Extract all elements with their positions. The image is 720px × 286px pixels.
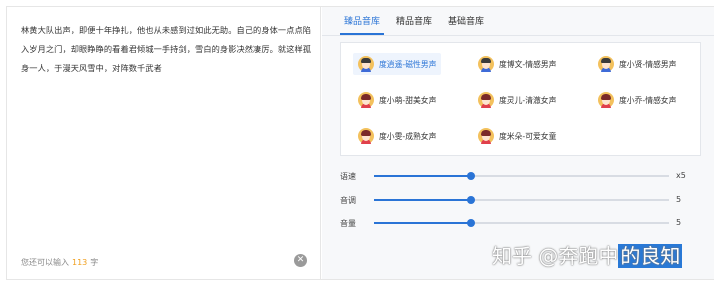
speed-slider[interactable] [374,172,669,180]
slider-fill [374,175,472,177]
char-counter-prefix: 您还可以输入 [21,258,69,267]
slider-handle[interactable] [467,172,476,180]
volume-label: 音量 [340,219,356,228]
voice-item[interactable]: 度小雯-成熟女声 [353,125,441,147]
voice-item[interactable]: 度小贤-情感男声 [593,53,681,75]
male-avatar-icon [358,56,374,72]
slider-fill [374,199,472,201]
female-avatar-icon [598,92,614,108]
voice-label: 度灵儿-清澈女声 [499,95,557,105]
voice-item[interactable]: 度小萌-甜美女声 [353,89,441,111]
male-avatar-icon [478,56,494,72]
tts-panel: 林黄大队出声，即便十年挣扎，他也从未感到过如此无助。自己的身体一点点陷入岁月之门… [6,6,714,280]
pitch-label: 音调 [340,196,356,205]
watermark: 知乎 @奔跑中 的良知 [492,240,683,269]
voice-item[interactable]: 度米朵-可爱女童 [473,125,561,147]
voice-settings-panel: 臻品音库 精品音库 基础音库 度逍遥-磁性男声 度博文-情感男声 度小贤-情感男… [322,7,714,279]
voice-label: 度博文-情感男声 [499,59,557,69]
voice-item[interactable]: 度灵儿-清澈女声 [473,89,561,111]
voice-library-tabs: 臻品音库 精品音库 基础音库 [336,7,492,35]
volume-slider[interactable] [374,219,669,227]
tab-basic-voices[interactable]: 基础音库 [440,7,492,35]
watermark-prefix: 知乎 @奔跑中 [492,244,619,268]
close-circle-icon[interactable]: ✕ [294,254,307,267]
voice-label: 度小雯-成熟女声 [379,131,437,141]
voice-label: 度小萌-甜美女声 [379,95,437,105]
slider-handle[interactable] [467,196,476,204]
slider-fill [374,222,472,224]
speed-label: 语速 [340,172,356,181]
voice-item[interactable]: 度博文-情感男声 [473,53,561,75]
voice-list: 度逍遥-磁性男声 度博文-情感男声 度小贤-情感男声 度小萌-甜美女声 度灵儿-… [340,42,701,156]
voice-label: 度米朵-可爱女童 [499,131,557,141]
pitch-slider-row: 音调 5 [340,193,700,207]
char-counter-value: 113 [72,258,88,267]
tab-premium-voices[interactable]: 臻品音库 [336,7,388,35]
text-input[interactable]: 林黄大队出声，即便十年挣扎，他也从未感到过如此无助。自己的身体一点点陷入岁月之门… [21,21,313,78]
slider-handle[interactable] [467,219,476,227]
speed-value: x5 [676,171,686,180]
watermark-highlight: 的良知 [618,244,683,268]
char-counter-suffix: 字 [90,258,99,267]
tab-quality-voices[interactable]: 精品音库 [388,7,440,35]
voice-item[interactable]: 度逍遥-磁性男声 [353,53,442,75]
female-avatar-icon [478,92,494,108]
tab-divider [322,35,714,36]
female-avatar-icon [478,128,494,144]
female-avatar-icon [358,128,374,144]
pitch-value: 5 [676,195,682,204]
female-avatar-icon [358,92,374,108]
volume-slider-row: 音量 5 [340,216,700,230]
voice-item[interactable]: 度小乔-情感女声 [593,89,681,111]
voice-label: 度小乔-情感女声 [619,95,677,105]
pitch-slider[interactable] [374,196,669,204]
speed-slider-row: 语速 x5 [340,169,700,183]
male-avatar-icon [598,56,614,72]
voice-label: 度逍遥-磁性男声 [379,59,437,69]
voice-label: 度小贤-情感男声 [619,59,677,69]
volume-value: 5 [676,218,682,227]
char-counter: 您还可以输入 113 字 [21,257,98,268]
text-editor-panel[interactable]: 林黄大队出声，即便十年挣扎，他也从未感到过如此无助。自己的身体一点点陷入岁月之门… [7,7,321,279]
